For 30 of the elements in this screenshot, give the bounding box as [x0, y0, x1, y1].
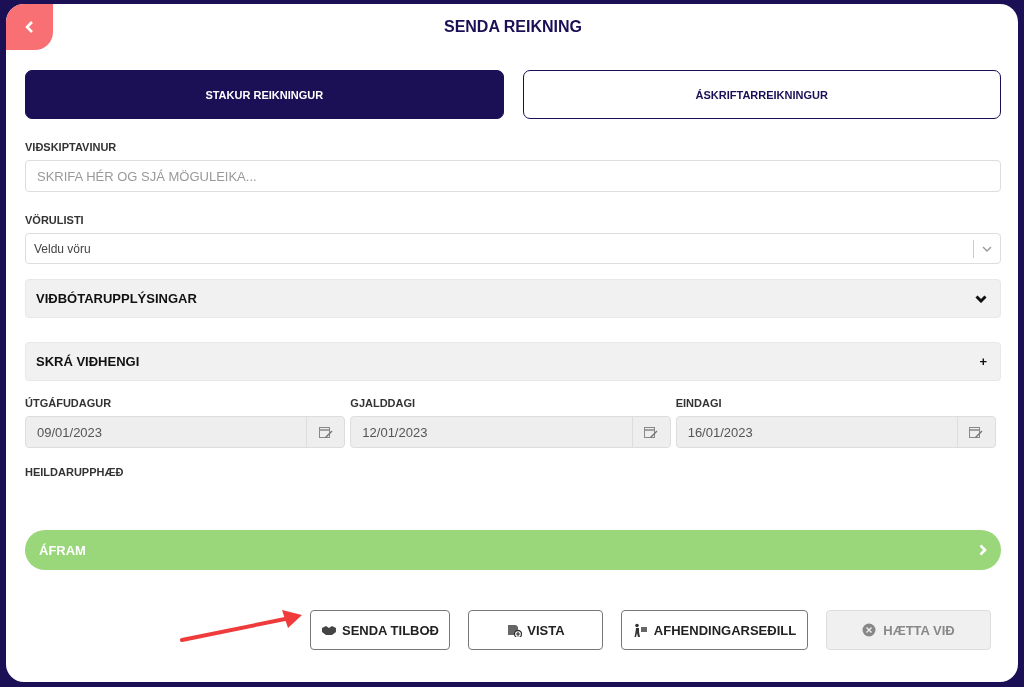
field-label: ÚTGÁFUDAGUR — [25, 397, 113, 410]
field-label: VÖRULISTI — [25, 214, 85, 227]
chevron-left-icon — [24, 21, 35, 33]
calendar-edit-icon — [644, 425, 659, 439]
date-field[interactable]: 09/01/2023 — [25, 416, 346, 448]
calendar-edit-icon — [969, 425, 984, 439]
field-label: HEILDARUPPHÆÐ — [25, 466, 125, 479]
action-button[interactable]: SENDA TILBOÐ — [310, 610, 450, 650]
tab[interactable]: ÁSKRIFTARREIKNINGUR — [522, 70, 1001, 119]
chevron-down-icon — [982, 245, 992, 252]
field-label: VIÐSKIPTAVINUR — [25, 141, 118, 154]
field-label: EINDAGI — [675, 397, 723, 410]
page-title: SENDA REIKNING — [442, 17, 584, 37]
action-button[interactable]: VISTA — [468, 610, 603, 650]
action-button[interactable]: AFHENDINGARSEÐILL — [621, 610, 808, 650]
customer-input[interactable]: SKRIFA HÉR OG SJÁ MÖGULEIKA... — [25, 160, 1001, 192]
section-header[interactable]: VIÐBÓTARUPPLÝSINGAR — [25, 279, 1001, 318]
date-field[interactable]: 16/01/2023 — [675, 416, 996, 448]
person-box-icon — [632, 623, 649, 637]
calendar-edit-icon — [318, 425, 333, 439]
tab[interactable]: STAKUR REIKNINGUR — [25, 70, 504, 119]
field-label: GJALDDAGI — [350, 397, 417, 410]
chevron-right-icon — [979, 544, 987, 556]
document-plus-icon — [506, 623, 523, 637]
chevron-down-icon — [975, 294, 987, 303]
back-button[interactable] — [6, 4, 53, 50]
date-field[interactable]: 12/01/2023 — [350, 416, 671, 448]
section-header[interactable]: SKRÁ VIÐHENGI + — [25, 342, 1001, 381]
product-select[interactable]: Veldu vöru — [25, 233, 1001, 264]
plus-icon: + — [979, 354, 987, 369]
